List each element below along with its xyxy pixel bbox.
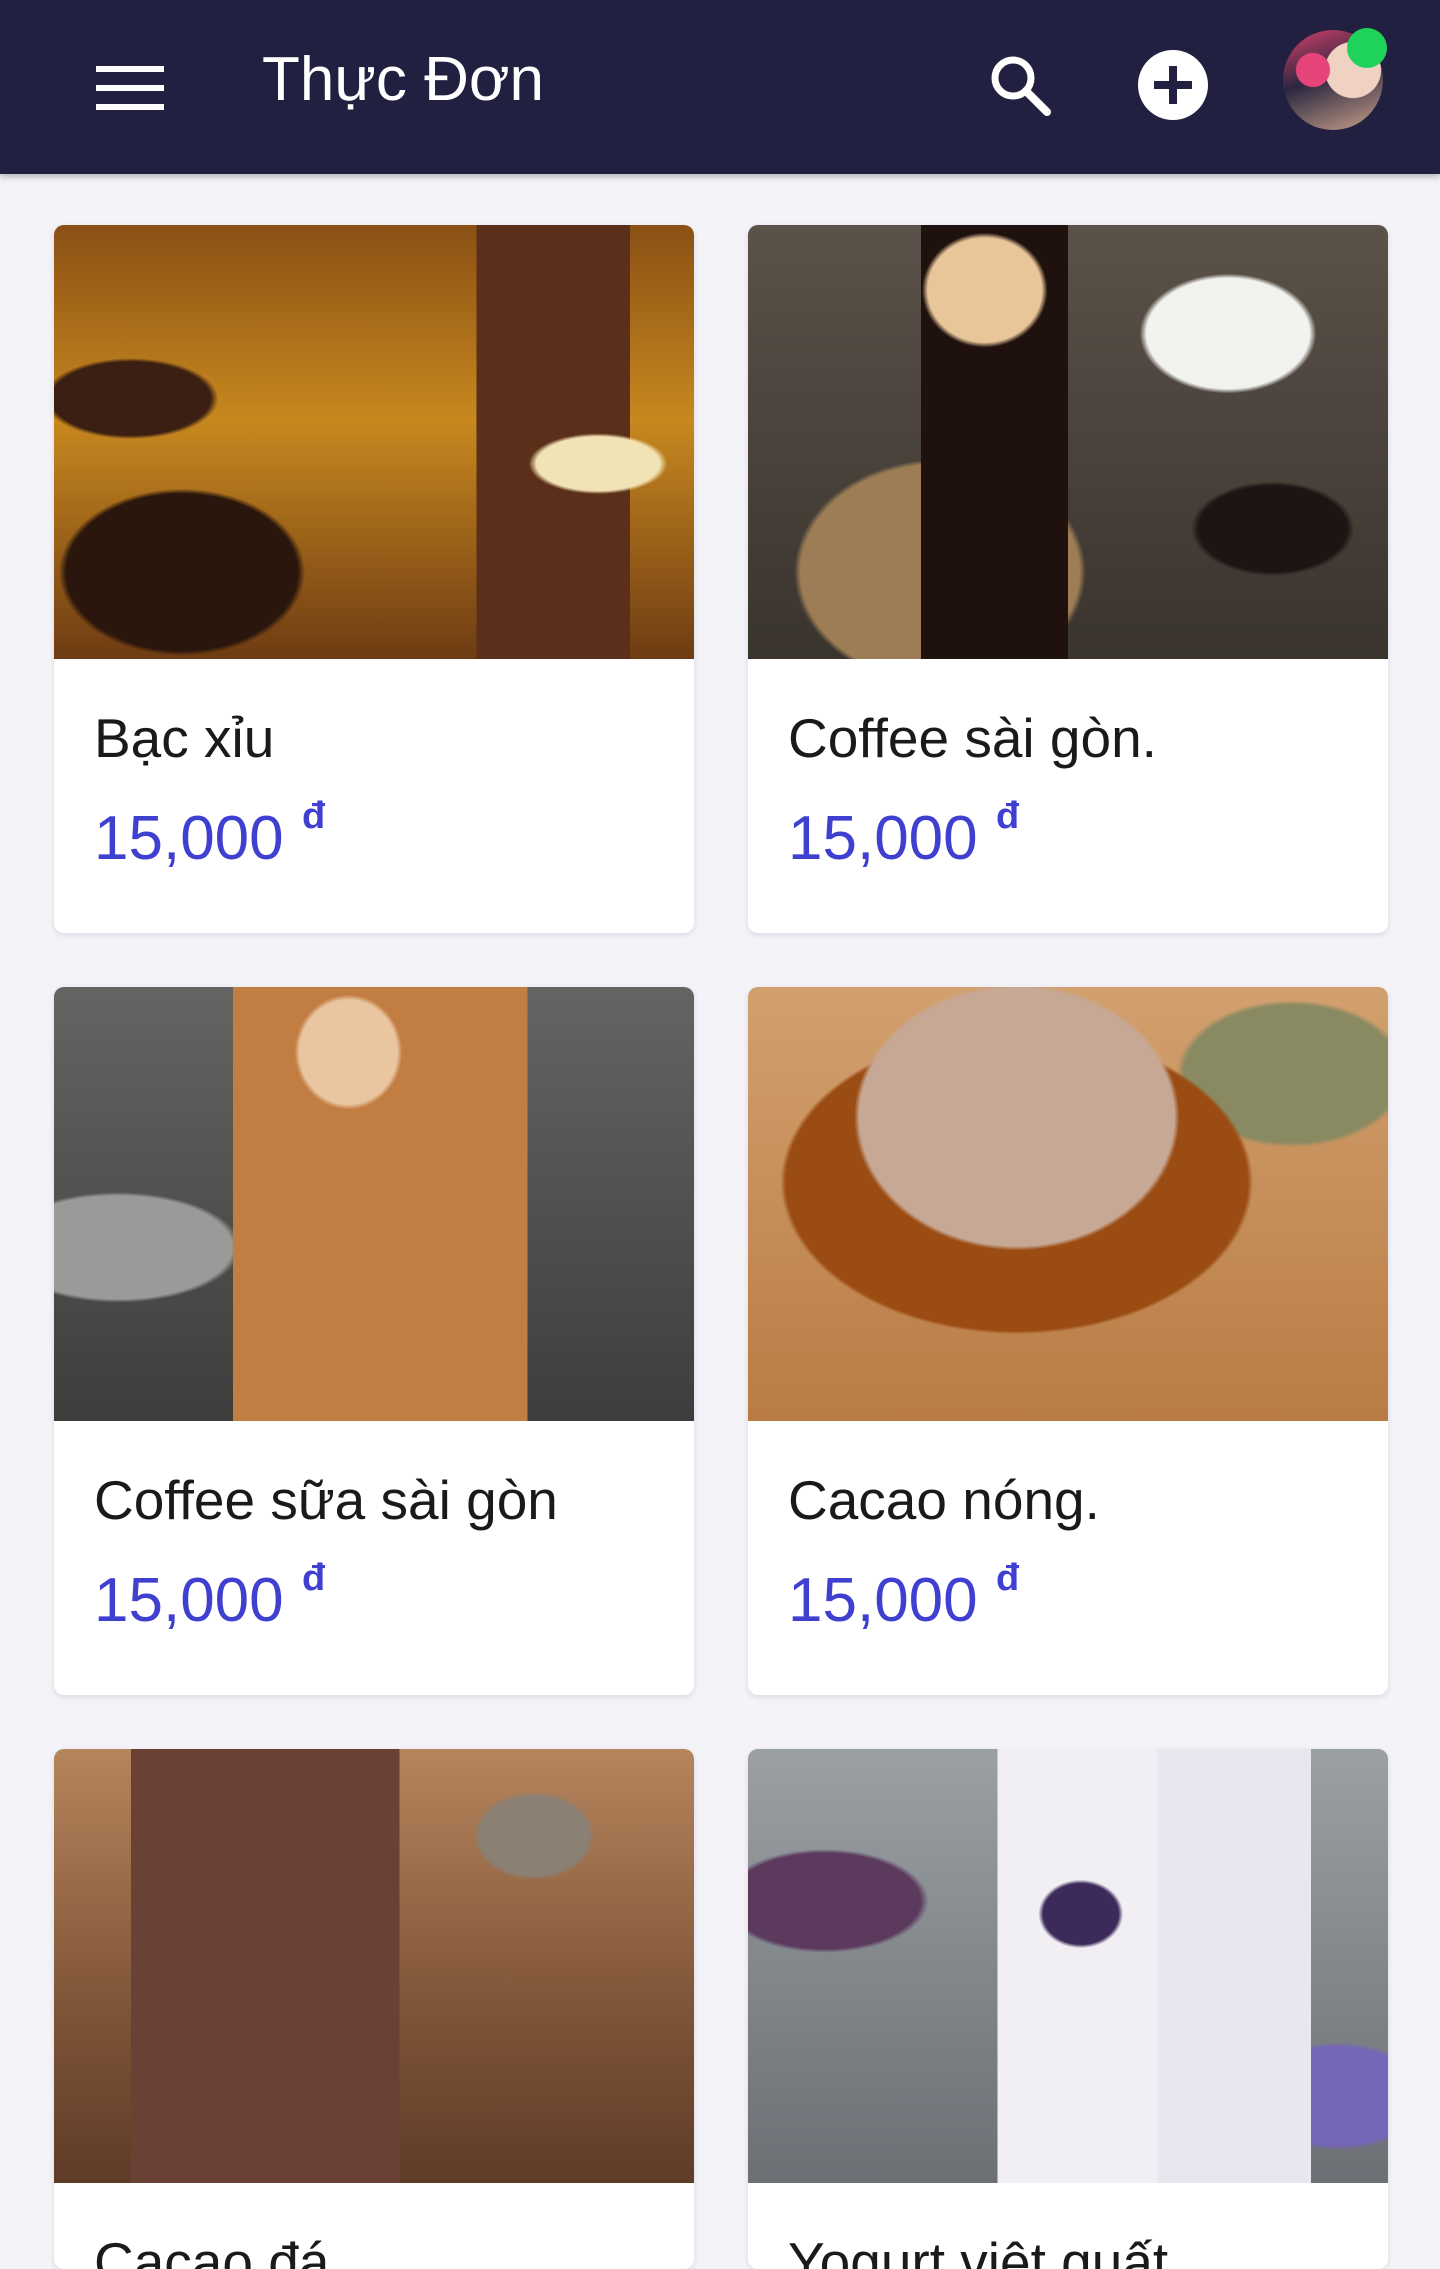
item-price: 15,000 <box>94 1566 284 1635</box>
item-name: Coffee sữa sài gòn <box>94 1469 558 1531</box>
item-name: Cacao nóng. <box>788 1469 1100 1531</box>
drink-photo <box>54 1749 694 2183</box>
item-price: 15,000 <box>788 804 978 873</box>
drink-photo <box>54 987 694 1421</box>
menu-item-card[interactable]: Yogurt việt quất <box>748 1749 1388 2269</box>
item-price: 15,000 <box>788 1566 978 1635</box>
currency-symbol: đ <box>996 1557 1020 1599</box>
search-icon <box>991 56 1051 116</box>
menu-item-card[interactable]: Coffee sài gòn. 15,000 đ <box>748 225 1388 933</box>
item-price: 15,000 <box>94 804 284 873</box>
menu-button[interactable] <box>80 48 180 128</box>
plus-circle-icon <box>1138 50 1208 120</box>
add-item-button[interactable] <box>1128 40 1218 130</box>
menu-item-card[interactable]: Coffee sữa sài gòn 15,000 đ <box>54 987 694 1695</box>
item-name: Yogurt việt quất <box>788 2231 1169 2269</box>
item-name: Cacao đá <box>94 2231 330 2269</box>
avatar[interactable] <box>1283 28 1387 130</box>
currency-symbol: đ <box>302 795 326 837</box>
drink-photo <box>748 987 1388 1421</box>
drink-photo <box>748 1749 1388 2183</box>
page-title: Thực Đơn <box>262 45 544 114</box>
item-name: Coffee sài gòn. <box>788 707 1157 769</box>
app-bar: Thực Đơn <box>0 0 1440 174</box>
drink-photo <box>54 225 694 659</box>
item-name: Bạc xỉu <box>94 707 275 769</box>
menu-item-card[interactable]: Cacao nóng. 15,000 đ <box>748 987 1388 1695</box>
online-status-dot <box>1347 28 1387 68</box>
drink-photo <box>748 225 1388 659</box>
menu-item-card[interactable]: Cacao đá <box>54 1749 694 2269</box>
currency-symbol: đ <box>302 1557 326 1599</box>
search-button[interactable] <box>975 40 1065 130</box>
menu-item-card[interactable]: Bạc xỉu 15,000 đ <box>54 225 694 933</box>
currency-symbol: đ <box>996 795 1020 837</box>
hamburger-menu-icon <box>96 66 164 110</box>
